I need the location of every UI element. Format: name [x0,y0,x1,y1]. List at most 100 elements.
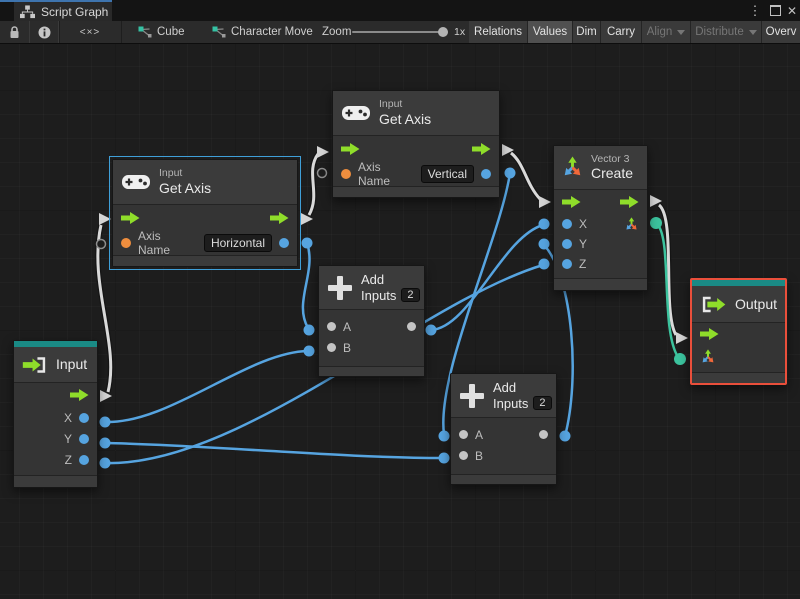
flow-in-arrow-icon[interactable] [700,328,719,340]
port-label: Y [579,237,588,251]
value-in-port-dot[interactable] [459,451,468,460]
node-title: Add [493,379,517,395]
node-category: Input [379,98,403,111]
value-out-port-dot[interactable] [539,430,548,439]
graph-breadcrumb-character-move[interactable]: Character Move [212,21,313,43]
tab-script-graph[interactable]: Script Graph [14,2,112,21]
lock-button[interactable] [0,21,30,43]
flow-out-arrow-icon[interactable] [70,389,89,401]
flow-port-row [113,205,297,231]
inputs-count[interactable]: 2 [401,288,420,303]
toggle-dim[interactable]: Dim [573,21,601,43]
subgraph-icon [138,26,152,38]
breadcrumb-label: Character Move [231,26,313,38]
dropdown-align[interactable]: Align [642,21,691,43]
node-category: Vector 3 [591,152,630,165]
axis-name-row: Axis Name Horizontal [113,229,297,257]
zoom-label: Zoom [322,26,352,38]
value-in-port-dot[interactable] [459,430,468,439]
value-out-port-dot[interactable] [279,238,289,248]
node-add-2[interactable]: Add Inputs 2 A B [450,373,557,485]
node-add-1[interactable]: Add Inputs 2 A B [318,265,425,377]
node-header[interactable]: Input Get Axis [113,160,297,205]
value-in-port-dot[interactable] [327,322,336,331]
node-category: Input [159,167,183,180]
data-wire-inputx-to-add1-b[interactable] [104,349,309,424]
toggle-overview[interactable]: Overv [762,21,800,43]
zoom-slider-track[interactable] [352,31,448,33]
flow-in-arrow-icon[interactable] [121,212,140,224]
vector3-out-port-icon[interactable] [624,216,639,232]
value-out-port-dot[interactable] [407,322,416,331]
inputs-count[interactable]: 2 [533,396,552,411]
port-label: X [579,217,588,231]
string-port-dot[interactable] [341,169,351,179]
node-header[interactable]: Add Inputs 2 [319,266,424,310]
node-get-axis-vertical[interactable]: Input Get Axis Axis Name Vertical [332,90,500,198]
flow-out-arrow-icon[interactable] [620,196,639,208]
plus-icon [328,275,352,300]
flow-port-row [333,136,499,162]
port-label: A [343,319,352,334]
node-header[interactable]: Add Inputs 2 [451,374,556,418]
node-vector3-create[interactable]: Vector 3 Create X Y Z [553,145,648,291]
node-header[interactable]: Output [692,286,785,323]
graph-hierarchy-icon [20,4,35,18]
chevron-down-icon [748,29,757,35]
node-graph-output[interactable]: Output [690,278,787,385]
info-button[interactable] [29,21,60,43]
port-label: Z [579,257,587,271]
port-label: B [475,448,484,463]
port-label: X [63,410,72,425]
flow-in-arrow-icon[interactable] [562,196,581,208]
flow-in-arrow-icon[interactable] [341,143,360,155]
value-out-port-dot[interactable] [481,169,491,179]
zoom-slider-handle[interactable] [438,27,448,37]
close-icon[interactable]: ✕ [784,0,800,21]
graph-breadcrumb-cube[interactable]: Cube [138,21,185,43]
value-in-port-dot[interactable] [562,259,572,269]
node-header[interactable]: Input [14,347,97,383]
port-row-a: A [451,424,556,445]
graph-canvas[interactable]: Input Get Axis Axis Name Vertical Input … [0,44,800,599]
port-row-b: B [451,445,556,466]
toggle-relations[interactable]: Relations [469,21,528,43]
toggle-carry[interactable]: Carry [601,21,642,43]
flow-wire-gethorizontal-to-getvertical[interactable] [306,152,321,217]
node-header[interactable]: Input Get Axis [333,91,499,136]
string-port-dot[interactable] [121,238,131,248]
data-wire-horizontal-to-add1-a[interactable] [301,242,311,329]
value-in-port-dot[interactable] [327,343,336,352]
value-out-port-dot[interactable] [79,412,89,423]
maximize-icon[interactable] [766,0,784,21]
port-row-a: A [319,316,424,337]
dropdown-distribute[interactable]: Distribute [691,21,762,43]
vector3-in-port-icon[interactable] [700,349,716,365]
data-wire-inputy-to-add2-b[interactable] [104,441,444,460]
data-wire-add1-to-vector3-x[interactable] [430,223,544,332]
flow-port-row [692,323,785,345]
node-header[interactable]: Vector 3 Create [554,146,647,190]
value-out-port-dot[interactable] [79,433,89,444]
code-view-button[interactable]: <×> [58,21,122,43]
window-menu-icon[interactable]: ⋮ [747,0,763,21]
node-title: Get Axis [159,179,212,196]
value-out-port-dot[interactable] [79,454,89,465]
flow-wire-getvertical-to-vector3[interactable] [509,150,543,201]
selection-outline: Input Get Axis Axis Name Horizontal [109,156,301,270]
port-row-b: B [319,337,424,358]
graph-output-icon [702,296,726,312]
flow-out-arrow-icon[interactable] [472,143,491,155]
script-graph-window: Script Graph ⋮ ✕ <×> Cube Character Move… [0,0,800,599]
node-graph-input[interactable]: Input X Y Z [13,340,98,488]
value-in-port-dot[interactable] [562,219,572,229]
flow-out-arrow-icon[interactable] [270,212,289,224]
axis-name-value[interactable]: Horizontal [203,234,272,252]
flow-port-row [554,190,647,214]
param-label: Axis Name [138,229,171,257]
axis-name-value[interactable]: Vertical [420,165,474,183]
node-get-axis-horizontal[interactable]: Input Get Axis Axis Name Horizontal [112,159,298,267]
toggle-values[interactable]: Values [528,21,573,43]
zoom-slider[interactable] [352,21,448,43]
value-in-port-dot[interactable] [562,239,572,249]
